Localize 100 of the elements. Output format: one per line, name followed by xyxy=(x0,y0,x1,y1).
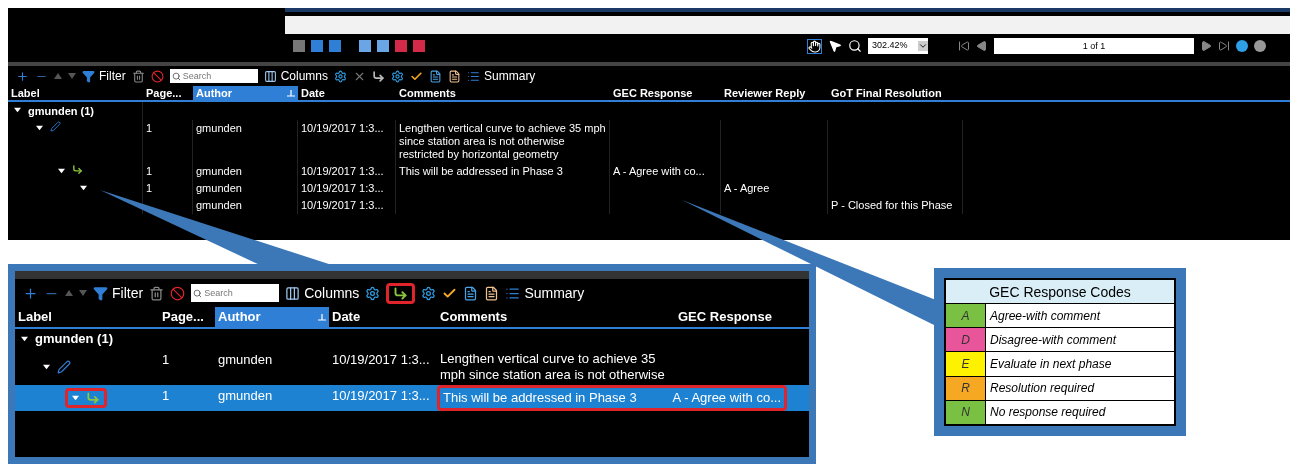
search-field[interactable]: Search xyxy=(191,284,280,302)
caret-icon[interactable] xyxy=(14,106,21,113)
filter-button[interactable]: Filter xyxy=(93,282,144,304)
add-icon[interactable] xyxy=(16,69,29,83)
search-icon xyxy=(171,71,181,81)
code-swatch: A xyxy=(946,304,986,328)
pointer-icon[interactable] xyxy=(828,39,842,53)
table-cell: 1 xyxy=(146,181,153,194)
code-description: Disagree-with comment xyxy=(989,331,1118,349)
export-icon[interactable] xyxy=(429,69,443,83)
code-description: Evaluate in next phase xyxy=(989,356,1113,373)
code-description: Resolution required xyxy=(989,380,1096,398)
settings-icon[interactable] xyxy=(421,285,437,301)
settings-icon[interactable] xyxy=(391,69,405,83)
table-cell: 10/19/2017 1:3... xyxy=(301,164,384,177)
caret-icon[interactable] xyxy=(80,183,87,191)
column-header[interactable]: Author xyxy=(215,307,329,327)
table-cell: gmunden xyxy=(196,121,242,134)
move-up-icon[interactable] xyxy=(54,73,62,79)
next-page-icon[interactable] xyxy=(1200,40,1212,52)
export-icon[interactable] xyxy=(463,285,479,301)
caret-icon[interactable] xyxy=(21,335,28,343)
caret-icon[interactable] xyxy=(43,363,50,370)
filter-button[interactable]: Filter xyxy=(82,67,126,85)
table-row[interactable]: gmunden (1) xyxy=(8,102,1290,120)
caret-icon[interactable] xyxy=(36,123,43,131)
table-row[interactable]: gmunden (1) xyxy=(15,329,809,349)
pen-icon xyxy=(57,359,71,374)
caret-icon[interactable] xyxy=(58,166,65,174)
columns-icon xyxy=(285,285,301,301)
last-page-icon[interactable] xyxy=(1218,40,1230,52)
summary-button[interactable]: Summary xyxy=(505,282,585,304)
column-header[interactable]: Page... xyxy=(159,307,215,327)
list-icon xyxy=(505,285,521,301)
list-icon xyxy=(467,69,481,83)
column-header[interactable]: Reviewer Reply xyxy=(721,86,828,100)
settings-icon[interactable] xyxy=(365,285,381,301)
table-cell: 1 xyxy=(162,387,170,403)
table-cell: gmunden xyxy=(196,181,242,194)
move-down-icon[interactable] xyxy=(68,73,76,79)
previous-page-icon[interactable] xyxy=(976,40,988,52)
table-cell: A - Agree with co... xyxy=(613,164,705,177)
code-description: Agree-with comment xyxy=(988,307,1102,325)
code-swatch: R xyxy=(946,376,986,400)
table-cell: Lengthen vertical curve to achieve 35 mph since station area is not otherwise xyxy=(440,350,665,382)
reply-arrow-icon[interactable] xyxy=(372,69,386,83)
column-header[interactable]: Label xyxy=(8,86,143,100)
table-row[interactable]: 1 gmunden 10/19/2017 1:3... Lengthen vertical curve to achieve 35 mph since station area is not otherwise xyxy=(15,348,809,385)
first-page-icon[interactable] xyxy=(958,40,970,52)
reply-arrow-icon xyxy=(86,390,100,405)
table-cell: 10/19/2017 1:3... xyxy=(301,198,384,211)
column-header[interactable]: Comments xyxy=(396,86,610,100)
column-header[interactable]: Page... xyxy=(143,86,193,100)
column-header[interactable]: Label xyxy=(15,307,159,327)
check-icon[interactable] xyxy=(410,69,424,83)
trash-icon[interactable] xyxy=(131,69,145,83)
table-cell: gmunden xyxy=(196,198,242,211)
table-cell: A - Agree xyxy=(724,181,770,194)
table-row[interactable]: 1 gmunden 10/19/2017 1:3... This will be addressed in Phase 3 A - Agree with co... xyxy=(8,162,1290,180)
pen-icon xyxy=(50,120,61,132)
column-header[interactable]: Date xyxy=(329,307,437,327)
page-field[interactable]: 1 of 1 xyxy=(994,38,1194,54)
column-header[interactable]: GoT Final Resolution xyxy=(828,86,963,100)
summary-button[interactable]: Summary xyxy=(467,67,536,85)
clear-icon[interactable] xyxy=(170,285,186,301)
columns-button[interactable]: Columns xyxy=(263,67,329,85)
document-icon[interactable] xyxy=(448,69,462,83)
move-up-icon[interactable] xyxy=(65,290,73,296)
zoom-field[interactable]: 302.42% xyxy=(868,38,928,54)
column-header[interactable]: Author xyxy=(193,86,298,100)
hand-icon[interactable] xyxy=(807,38,822,54)
column-header[interactable]: Date xyxy=(298,86,396,100)
table-cell: This will be addressed in Phase 3 xyxy=(399,164,563,177)
table-row[interactable]: 1 gmunden 10/19/2017 1:3... Lengthen vertical curve to achieve 35 mph since station area is not otherwise restricted by horizontal geometry xyxy=(8,119,1290,163)
sort-icon xyxy=(287,89,295,97)
reply-arrow-icon[interactable] xyxy=(393,285,409,301)
table-cell: P - Closed for this Phase xyxy=(831,198,953,211)
trash-icon[interactable] xyxy=(149,285,165,301)
dropdown-icon[interactable] xyxy=(918,41,928,51)
add-icon[interactable] xyxy=(23,285,38,301)
search-icon xyxy=(193,288,203,298)
document-icon[interactable] xyxy=(484,285,500,301)
back-icon[interactable] xyxy=(1236,40,1248,52)
move-down-icon[interactable] xyxy=(79,290,87,296)
table-row[interactable]: 1 gmunden 10/19/2017 1:3... This will be addressed in Phase 3 A - Agree with co... xyxy=(15,384,809,411)
search-field[interactable]: Search xyxy=(169,69,258,83)
forward-icon[interactable] xyxy=(1254,40,1266,52)
code-swatch: E xyxy=(946,352,986,376)
table-cell: gmunden xyxy=(218,387,273,403)
columns-button[interactable]: Columns xyxy=(285,282,360,304)
settings-icon[interactable] xyxy=(334,69,348,83)
clear-icon[interactable] xyxy=(150,69,164,83)
column-header[interactable]: GEC Response xyxy=(610,86,721,100)
zoom-icon[interactable] xyxy=(848,39,862,53)
sort-icon xyxy=(318,313,326,321)
code-swatch: N xyxy=(946,400,986,424)
column-header[interactable]: GEC Response xyxy=(675,307,787,327)
table-cell: 1 xyxy=(162,351,170,367)
column-header[interactable]: Comments xyxy=(437,307,675,327)
filter-icon xyxy=(93,285,108,301)
